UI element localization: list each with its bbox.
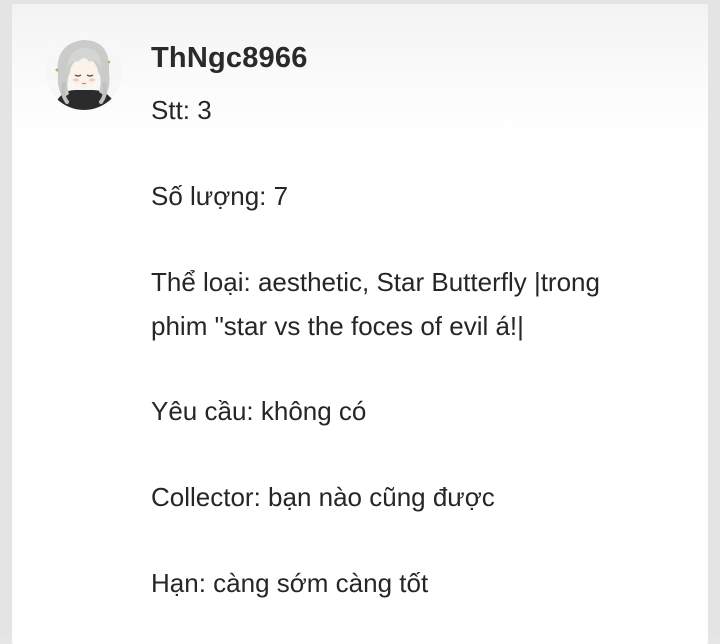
user-avatar[interactable] xyxy=(45,32,123,110)
han-line: Hạn: càng sớm càng tốt xyxy=(151,568,429,598)
stt-line: Stt: 3 xyxy=(151,95,212,125)
collector-line: Collector: bạn nào cũng được xyxy=(151,482,495,512)
the-loai-line: Thể loại: aesthetic, Star Butterfly |tro… xyxy=(151,267,600,297)
post-card: ThNgc8966 Stt: 3 Số lượng: 7 Thể loại: a… xyxy=(12,4,708,644)
screen-background: ThNgc8966 Stt: 3 Số lượng: 7 Thể loại: a… xyxy=(0,0,720,644)
username[interactable]: ThNgc8966 xyxy=(151,42,308,75)
the-loai-line-continued: phim "star vs the foces of evil á!| xyxy=(151,311,524,341)
anime-girl-avatar-icon xyxy=(45,32,123,110)
yeu-cau-line: Yêu cầu: không có xyxy=(151,396,367,426)
so-luong-line: Số lượng: 7 xyxy=(151,181,289,211)
